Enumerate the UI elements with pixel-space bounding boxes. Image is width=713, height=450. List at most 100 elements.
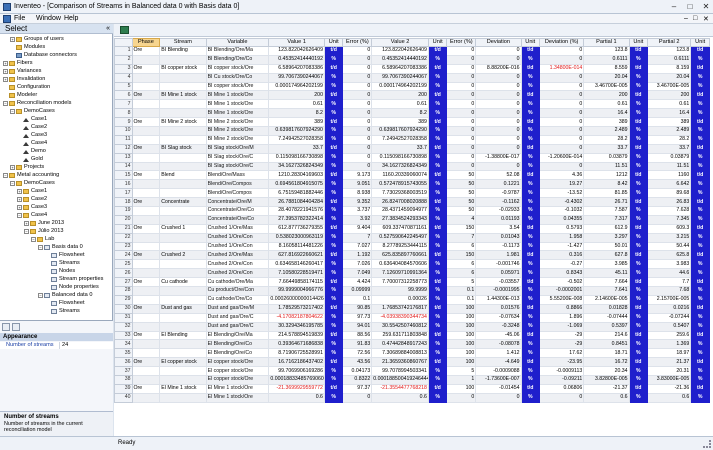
unit-cell[interactable]: t/d (628, 250, 649, 261)
table-cell[interactable] (159, 321, 207, 332)
unit-cell[interactable]: % (628, 179, 649, 190)
tree-item[interactable]: + Case3 (17, 204, 47, 211)
value-cell[interactable]: -1.38800E-017 (475, 152, 522, 163)
property-row[interactable]: Number of streams 24 (0, 342, 113, 349)
value-cell[interactable]: 0.04355 (539, 214, 585, 225)
variable-cell[interactable]: BI Mine 1 stock/Ore (205, 99, 270, 110)
tree-item[interactable]: Nodes (45, 268, 75, 275)
value-cell[interactable]: 1.192 (342, 250, 373, 261)
unit-cell[interactable]: % (690, 99, 710, 110)
value-cell[interactable]: 3.92 (342, 214, 373, 225)
expander-icon[interactable]: − (24, 229, 29, 234)
expander-icon[interactable]: + (10, 37, 15, 42)
value-cell[interactable]: 0 (475, 99, 522, 110)
table-row[interactable]: 31 Dust and gas/Ore/C -4.17082187804622% 97… (114, 312, 710, 323)
table-row[interactable]: 22 Crushed 1/Ore/Con 0.538023000963119% 7 0.… (114, 232, 710, 243)
variable-cell[interactable]: Blend/Ore/Mass (205, 170, 270, 181)
variable-cell[interactable]: El Blending/Ore/Co (205, 348, 270, 359)
value-cell[interactable]: -29 (539, 339, 585, 350)
value-cell[interactable]: 2.14600E-005 (583, 294, 630, 305)
value-cell[interactable]: 123.822042626409 (371, 46, 429, 56)
value-cell[interactable]: 0.6 (583, 392, 630, 403)
variable-cell[interactable]: Crushed 2/Ore/Con (205, 259, 270, 270)
unit-cell[interactable]: t/d (628, 90, 649, 101)
value-cell[interactable]: 5 (446, 277, 477, 288)
variable-cell[interactable]: BI Mine 2 stock/Ore (205, 117, 270, 128)
value-cell[interactable]: 6 (446, 268, 477, 279)
unit-cell[interactable]: t/d (520, 357, 541, 368)
unit-cell[interactable]: % (690, 81, 710, 92)
unit-cell[interactable]: % (520, 134, 541, 145)
expander-icon[interactable]: + (24, 221, 29, 226)
unit-cell[interactable]: % (628, 126, 649, 136)
value-cell[interactable]: -0.1162 (475, 197, 522, 208)
table-cell[interactable]: Ore (131, 63, 161, 74)
value-cell[interactable]: 0.538023000963119 (268, 232, 325, 243)
value-cell[interactable]: -1.069 (539, 321, 585, 332)
unit-cell[interactable]: % (690, 179, 710, 190)
value-cell[interactable]: 4 (446, 214, 477, 225)
value-cell[interactable]: 0 (475, 72, 522, 83)
table-row[interactable]: 28 Cu product/Ore/Con 99.9999004966776% 0.0… (114, 286, 710, 296)
unit-cell[interactable]: t/d (628, 357, 649, 368)
value-cell[interactable]: -0.1173 (475, 241, 522, 252)
expander-icon[interactable]: − (10, 109, 15, 114)
value-cell[interactable]: 8.16058114481226 (268, 241, 325, 252)
value-cell[interactable]: 2.489 (647, 126, 692, 136)
unit-cell[interactable]: % (690, 259, 710, 270)
tree-item[interactable]: Case4 (17, 140, 47, 147)
table-cell[interactable]: Ore (131, 90, 161, 101)
value-cell[interactable]: 3.46700E-005 (583, 81, 630, 92)
unit-cell[interactable]: t/d (520, 170, 541, 181)
unit-cell[interactable]: % (427, 72, 448, 83)
table-row[interactable]: 19 Concentrate/Ore/Co 28.4078221941576% 3.7… (114, 206, 710, 216)
value-cell[interactable]: 0 (446, 126, 477, 136)
unit-cell[interactable]: t/d (690, 277, 710, 288)
value-cell[interactable]: 627.816922660621 (268, 250, 325, 261)
table-row[interactable]: 25 Crushed 2/Ore/Con 0.634658146260417% 7.0… (114, 259, 710, 270)
expander-icon[interactable]: + (3, 77, 8, 82)
value-cell[interactable]: 0 (446, 90, 477, 101)
unit-cell[interactable]: % (323, 374, 344, 385)
unit-cell[interactable]: % (690, 134, 710, 145)
value-cell[interactable]: 0.45352414440192 (268, 54, 325, 65)
unit-cell[interactable]: t/d (690, 90, 710, 101)
value-cell[interactable]: 0.6 (371, 392, 429, 403)
unit-cell[interactable]: t/d (690, 357, 710, 368)
tree-item[interactable]: Case2 (17, 124, 47, 131)
value-cell[interactable]: -0.0002001 (539, 286, 585, 296)
table-cell[interactable] (131, 374, 161, 385)
unit-cell[interactable]: % (520, 214, 541, 225)
value-cell[interactable]: 0 (475, 143, 522, 154)
value-cell[interactable]: 100 (446, 321, 477, 332)
unit-cell[interactable]: % (690, 161, 710, 172)
unit-cell[interactable]: t/d (690, 63, 710, 74)
value-cell[interactable]: -4.03938390344734 (371, 312, 429, 323)
unit-cell[interactable]: % (520, 392, 541, 403)
column-header[interactable]: Value 2 (371, 38, 429, 47)
value-cell[interactable]: 214.578894519839 (268, 330, 325, 341)
table-cell[interactable]: El Mine 1 stock (159, 383, 207, 394)
value-cell[interactable]: 0 (446, 152, 477, 163)
menu-help[interactable]: Help (64, 15, 78, 23)
value-cell[interactable]: -1.427 (539, 241, 585, 252)
value-cell[interactable]: 0.6 (647, 392, 692, 403)
value-cell[interactable]: -0.3248 (475, 321, 522, 332)
value-cell[interactable]: 0 (475, 161, 522, 172)
unit-cell[interactable]: % (690, 268, 710, 279)
value-cell[interactable]: 99.9999004966776 (268, 286, 325, 296)
value-cell[interactable]: -0.9787 (475, 188, 522, 199)
table-cell[interactable] (131, 286, 161, 296)
value-cell[interactable]: 0.1 (342, 294, 373, 305)
unit-cell[interactable]: % (427, 161, 448, 172)
variable-cell[interactable]: Dust and gas/Ore/M (205, 303, 270, 314)
value-cell[interactable]: 2.15700E-005 (647, 294, 692, 305)
variable-cell[interactable]: Crushed 1/Ore/Mas (205, 223, 270, 234)
variable-cell[interactable]: BI Mine 2 stock/Ore (205, 134, 270, 145)
resize-grip-icon[interactable] (703, 440, 711, 448)
value-cell[interactable]: 0 (539, 99, 585, 110)
value-cell[interactable]: 7.24942527028358 (371, 134, 429, 145)
unit-cell[interactable]: % (690, 108, 710, 119)
value-cell[interactable]: 0 (342, 46, 373, 56)
value-cell[interactable]: 0 (446, 81, 477, 92)
